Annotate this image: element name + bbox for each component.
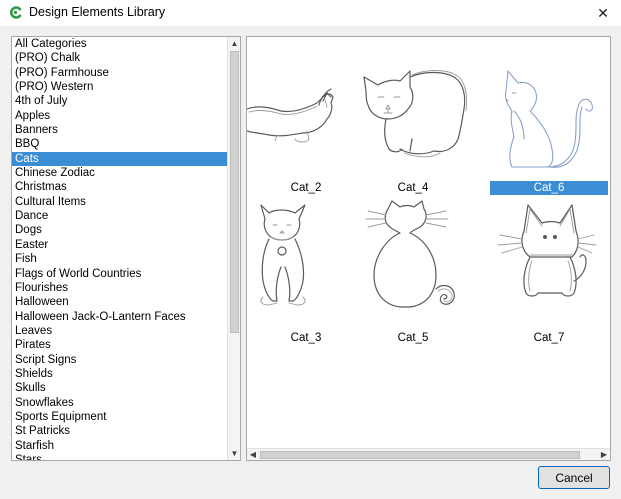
category-item[interactable]: Leaves — [12, 324, 228, 338]
thumbnail-label: Cat_5 — [397, 332, 429, 344]
close-icon: ✕ — [597, 5, 609, 21]
cat-stretching-icon — [247, 88, 334, 143]
category-item[interactable]: All Categories — [12, 37, 228, 51]
thumbnail-item[interactable]: Cat_4 — [354, 47, 472, 197]
cartoon-cat-icon — [497, 204, 597, 297]
category-item[interactable]: Skulls — [12, 381, 228, 395]
thumbnail-item[interactable]: Cat_6 — [490, 47, 608, 197]
thumbnail-label: Cat_2 — [290, 182, 322, 194]
kitten-sitting-icon — [260, 204, 306, 306]
category-item[interactable]: St Patricks — [12, 424, 228, 438]
grid-horizontal-scrollbar[interactable]: ◀ ▶ — [247, 448, 610, 460]
category-item[interactable]: 4th of July — [12, 94, 228, 108]
category-item[interactable]: Sports Equipment — [12, 410, 228, 424]
thumbnail-label: Cat_7 — [533, 332, 565, 344]
cat-back-view-icon — [365, 200, 455, 308]
category-item[interactable]: Pirates — [12, 338, 228, 352]
category-item[interactable]: Cats — [12, 151, 228, 167]
category-item[interactable]: Halloween Jack-O-Lantern Faces — [12, 310, 228, 324]
category-item[interactable]: Starfish — [12, 439, 228, 453]
thumbnail-label: Cat_3 — [290, 332, 322, 344]
window-title: Design Elements Library — [29, 5, 166, 19]
thumbnail-item[interactable]: Cat_2 — [247, 47, 365, 197]
thumbnail-label: Cat_4 — [397, 182, 429, 194]
cancel-button[interactable]: Cancel — [538, 466, 610, 489]
category-item[interactable]: Fish — [12, 252, 228, 266]
category-item[interactable]: Easter — [12, 238, 228, 252]
category-item[interactable]: Banners — [12, 123, 228, 137]
category-item[interactable]: Chinese Zodiac — [12, 166, 228, 180]
category-item[interactable]: Stars — [12, 453, 228, 460]
category-item[interactable]: Dance — [12, 209, 228, 223]
thumbnail-label: Cat_6 — [490, 181, 608, 195]
grid-scroll-thumb[interactable] — [260, 451, 580, 459]
category-item[interactable]: BBQ — [12, 137, 228, 151]
category-scroll-thumb[interactable] — [230, 51, 239, 333]
cat-crouching-icon — [363, 70, 468, 158]
category-item[interactable]: Shields — [12, 367, 228, 381]
category-list-panel: All Categories (PRO) Chalk (PRO) Farmhouse… — [11, 36, 241, 461]
category-item[interactable]: Dogs — [12, 223, 228, 237]
cat-sitting-side-icon — [504, 70, 593, 168]
category-item[interactable]: Christmas — [12, 180, 228, 194]
category-item[interactable]: (PRO) Chalk — [12, 51, 228, 65]
category-item[interactable]: Flourishes — [12, 281, 228, 295]
category-item[interactable]: (PRO) Farmhouse — [12, 66, 228, 80]
category-item[interactable]: Halloween — [12, 295, 228, 309]
thumbnail-item[interactable]: Cat_3 — [247, 197, 365, 347]
category-item[interactable]: Script Signs — [12, 353, 228, 367]
scroll-left-arrow-icon[interactable]: ◀ — [247, 449, 259, 460]
app-logo-icon — [10, 6, 22, 19]
category-item[interactable]: (PRO) Western — [12, 80, 228, 94]
category-list[interactable]: All Categories (PRO) Chalk (PRO) Farmhouse… — [12, 37, 228, 460]
design-elements-grid: Cat_2 Cat_4 Cat_6 Cat_3 Cat_5 Cat_7 ◀ ▶ — [246, 36, 611, 461]
category-item[interactable]: Cultural Items — [12, 195, 228, 209]
dialog-body: All Categories (PRO) Chalk (PRO) Farmhouse… — [0, 26, 621, 499]
category-list-scrollbar[interactable]: ▲ ▼ — [227, 37, 240, 460]
title-bar: Design Elements Library ✕ — [0, 0, 621, 26]
scroll-up-arrow-icon[interactable]: ▲ — [228, 37, 240, 50]
thumbnail-item[interactable]: Cat_7 — [490, 197, 608, 347]
category-item[interactable]: Flags of World Countries — [12, 267, 228, 281]
category-item[interactable]: Snowflakes — [12, 396, 228, 410]
thumbnail-item[interactable]: Cat_5 — [354, 197, 472, 347]
close-button[interactable]: ✕ — [593, 3, 613, 23]
scroll-down-arrow-icon[interactable]: ▼ — [228, 447, 240, 460]
category-item[interactable]: Apples — [12, 109, 228, 123]
scroll-right-arrow-icon[interactable]: ▶ — [598, 449, 610, 460]
